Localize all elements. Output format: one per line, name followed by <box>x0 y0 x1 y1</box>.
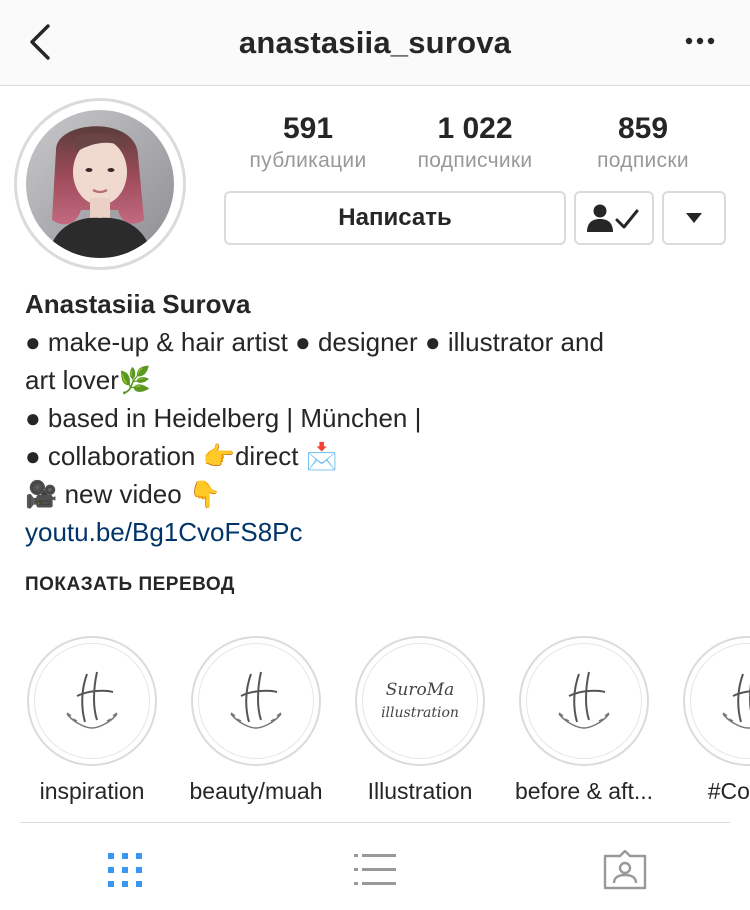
highlight-cover <box>191 636 321 766</box>
profile-bio: Anastasiia Surova ● make-up & hair artis… <box>25 285 725 551</box>
avatar-ring[interactable] <box>14 98 186 270</box>
highlight-label: inspiration <box>39 778 145 804</box>
person-check-icon <box>587 204 639 232</box>
highlight-cover <box>683 636 750 766</box>
triangle-down-icon <box>686 213 702 223</box>
bio-line: ● based in Heidelberg | München | <box>25 403 422 433</box>
illustration-logo-icon: SuroMa illustration <box>381 680 459 721</box>
highlight-illustration[interactable]: SuroMa illustration Illustration <box>338 636 502 805</box>
tab-list-view[interactable] <box>345 840 405 900</box>
profile-photo <box>26 110 174 258</box>
bio-website-link[interactable]: youtu.be/Bg1CvoFS8Pc <box>25 513 725 551</box>
bio-line: art lover🌿 <box>25 365 152 395</box>
tagged-person-icon <box>603 850 647 890</box>
show-translation-button[interactable]: ПОКАЗАТЬ ПЕРЕВОД <box>25 574 235 596</box>
message-button[interactable]: Написать <box>224 191 566 245</box>
svg-text:illustration: illustration <box>381 705 459 721</box>
highlight-inspiration[interactable]: inspiration <box>10 636 174 805</box>
following-count-label: подписки <box>597 149 689 172</box>
posts-count-label: публикации <box>249 149 367 172</box>
monogram-logo-icon <box>558 671 610 729</box>
bio-line: 🎥 new video 👇 <box>25 479 222 509</box>
profile-full-name: Anastasiia Surova <box>25 289 251 319</box>
followers-count-value: 1 022 <box>437 112 513 145</box>
tab-tagged-photos[interactable] <box>595 840 655 900</box>
more-horizontal-icon <box>685 37 715 45</box>
profile-username-title: anastasiia_surova <box>238 25 512 60</box>
divider <box>20 822 730 823</box>
highlight-label: Illustration <box>367 778 473 804</box>
highlight-cover: SuroMa illustration <box>355 636 485 766</box>
highlight-label: before & aft... <box>514 778 654 804</box>
highlight-colore[interactable]: #Colore <box>666 636 750 805</box>
avatar[interactable] <box>26 110 174 258</box>
highlight-label: #Colore <box>707 778 750 804</box>
followers-count[interactable]: 1 022 подписчики <box>400 110 550 174</box>
followers-count-label: подписчики <box>417 149 533 172</box>
highlight-before-after[interactable]: before & aft... <box>502 636 666 805</box>
following-count[interactable]: 859 подписки <box>578 110 708 174</box>
top-nav-bar: anastasiia_surova <box>0 0 750 86</box>
posts-count[interactable]: 591 публикации <box>233 110 383 174</box>
story-highlights-row[interactable]: inspiration beauty/muah SuroMa illustrat… <box>0 636 750 811</box>
highlight-beauty-muah[interactable]: beauty/muah <box>174 636 338 805</box>
svg-text:SuroMa: SuroMa <box>386 680 455 700</box>
monogram-logo-icon <box>66 671 118 729</box>
highlight-label: beauty/muah <box>189 778 323 804</box>
monogram-logo-icon <box>722 673 750 729</box>
bio-line: ● collaboration 👉direct 📩 <box>25 441 339 471</box>
highlight-cover <box>27 636 157 766</box>
grid-icon <box>108 853 142 887</box>
bio-line: ● make-up & hair artist ● designer ● ill… <box>25 327 604 357</box>
following-button[interactable] <box>574 191 654 245</box>
tab-grid-view[interactable] <box>95 840 155 900</box>
list-icon <box>354 854 396 885</box>
following-count-value: 859 <box>617 112 669 145</box>
posts-count-value: 591 <box>282 112 334 145</box>
highlight-cover <box>519 636 649 766</box>
monogram-logo-icon <box>230 671 282 729</box>
more-options-button[interactable] <box>678 26 722 56</box>
suggested-users-button[interactable] <box>662 191 726 245</box>
